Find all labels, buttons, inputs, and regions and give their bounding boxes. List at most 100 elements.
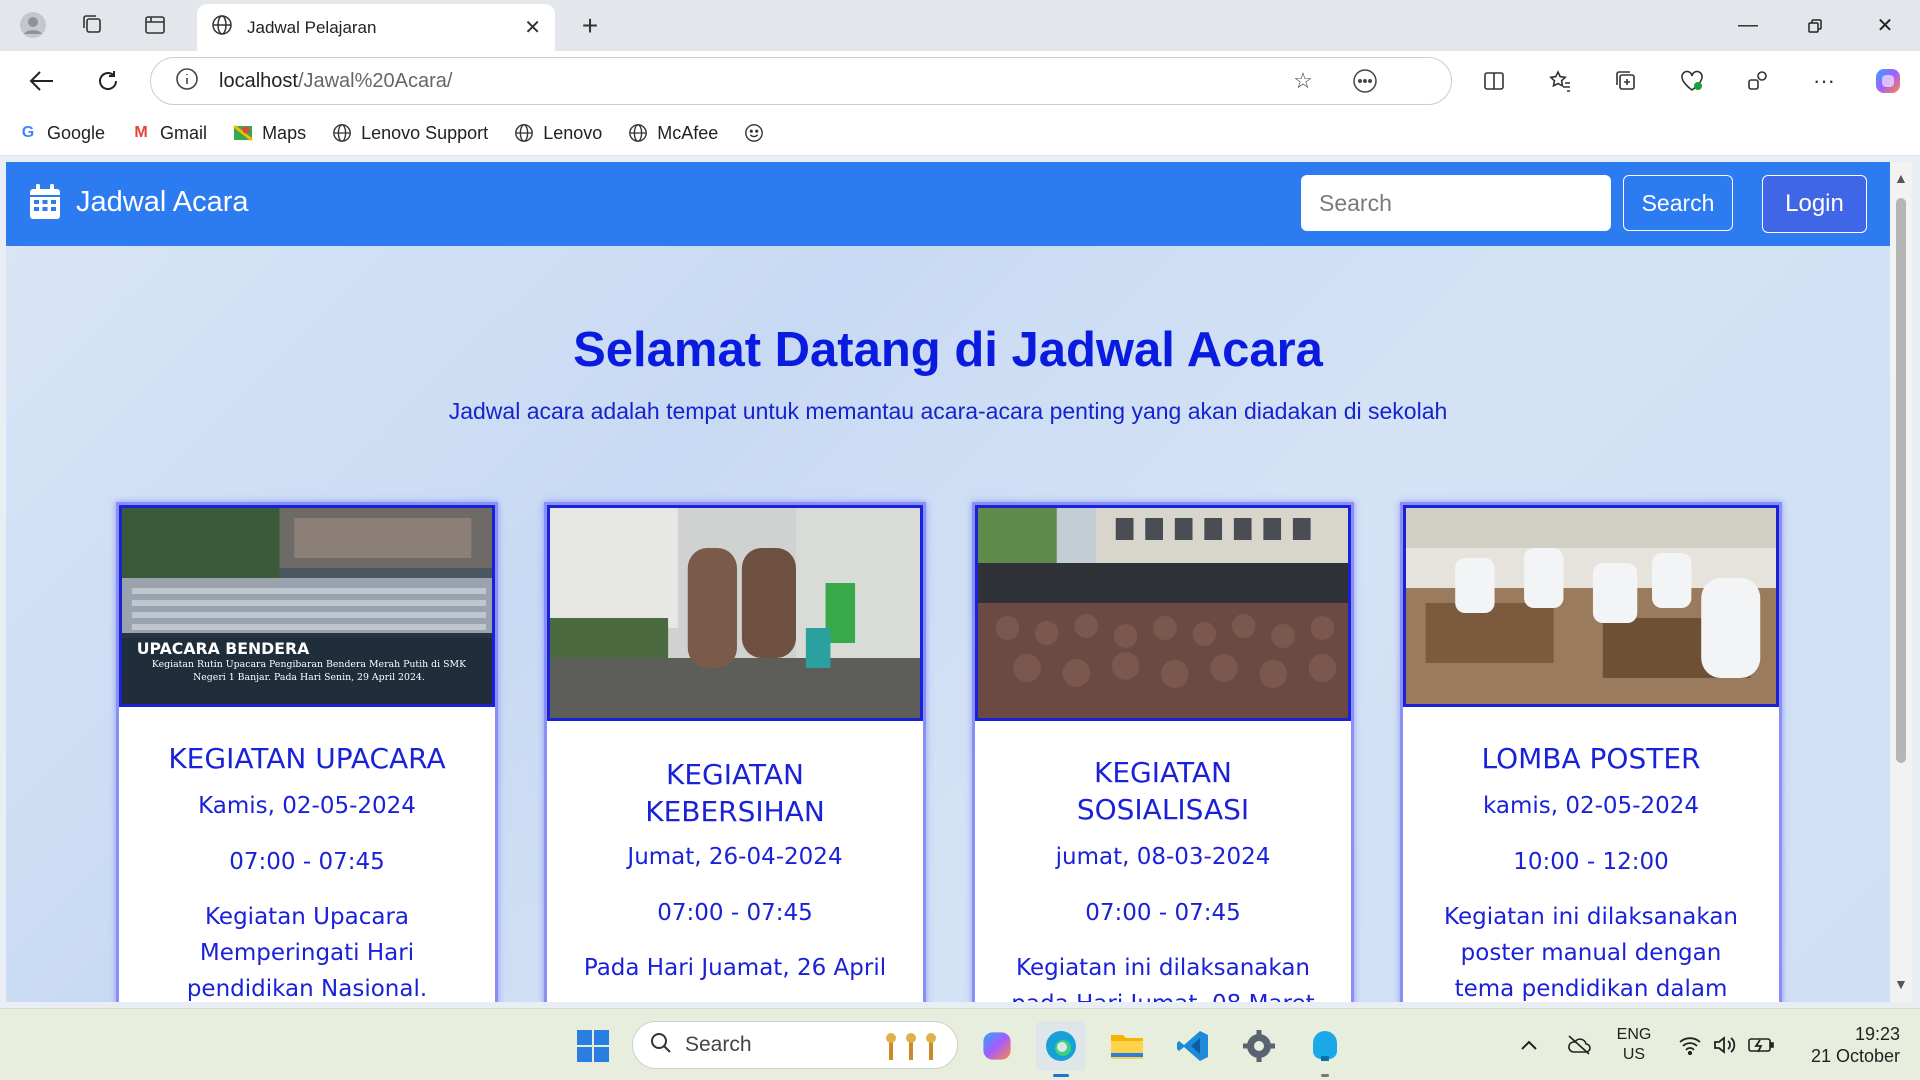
event-time: 10:00 - 12:00 xyxy=(1513,849,1669,875)
event-image-kebersihan xyxy=(547,505,923,721)
settings-more-icon[interactable]: ··· xyxy=(1802,61,1846,101)
site-info-icon[interactable] xyxy=(175,67,199,96)
language-indicator[interactable]: ENG US xyxy=(1606,1009,1662,1080)
new-tab-icon[interactable]: + xyxy=(570,8,610,44)
gmail-icon: M xyxy=(134,124,148,141)
bookmarks-bar: G Google M Gmail Maps Lenovo Support Len… xyxy=(0,111,1920,156)
globe-icon xyxy=(514,123,534,143)
search-highlight-icon xyxy=(883,1028,943,1069)
collections-icon[interactable] xyxy=(1604,61,1648,101)
edge-taskbar-icon[interactable] xyxy=(1036,1021,1086,1077)
url-path: /Jawal%20Acara/ xyxy=(297,69,453,92)
show-hidden-icons-chevron-icon[interactable] xyxy=(1512,1009,1546,1080)
browser-essentials-icon[interactable] xyxy=(1670,61,1714,101)
scrollbar-thumb[interactable] xyxy=(1896,198,1906,763)
image-caption-text: Kegiatan Rutin Upacara Pengibaran Bender… xyxy=(151,659,467,683)
bookmark-mcafee[interactable]: McAfee xyxy=(628,123,718,144)
browser-tab-bar: Jadwal Pelajaran ✕ + — ✕ xyxy=(0,0,1920,51)
app-icon-blue[interactable] xyxy=(1300,1021,1350,1077)
taskbar-search[interactable]: Search xyxy=(632,1021,958,1069)
event-title: KEGIATAN UPACARA xyxy=(168,742,446,775)
scroll-up-icon[interactable]: ▲ xyxy=(1894,170,1908,186)
login-button[interactable]: Login xyxy=(1762,175,1867,233)
volume-icon[interactable] xyxy=(1710,1009,1738,1080)
bookmark-lenovo[interactable]: Lenovo xyxy=(514,123,602,144)
more-options-circle-icon[interactable] xyxy=(1343,58,1387,104)
restore-icon[interactable] xyxy=(1782,0,1848,51)
event-date: Jumat, 26-04-2024 xyxy=(627,844,843,870)
search-button[interactable]: Search xyxy=(1623,175,1733,231)
clock-time: 19:23 xyxy=(1854,1024,1900,1044)
taskbar-search-label: Search xyxy=(685,1033,752,1056)
split-screen-icon[interactable] xyxy=(1472,61,1516,101)
url-host: localhost xyxy=(219,69,298,92)
event-time: 07:00 - 07:45 xyxy=(229,849,385,875)
site-brand[interactable]: Jadwal Acara xyxy=(28,183,249,221)
search-input[interactable] xyxy=(1301,175,1611,231)
favorites-icon[interactable] xyxy=(1538,61,1582,101)
event-title: KEGIATAN KEBERSIHAN xyxy=(645,758,825,828)
battery-charging-icon[interactable] xyxy=(1746,1009,1776,1080)
windows-start-icon[interactable] xyxy=(568,1021,618,1071)
bookmark-maps[interactable]: Maps xyxy=(233,123,306,144)
wifi-icon[interactable] xyxy=(1676,1009,1704,1080)
event-description: Kegiatan Upacara Memperingati Hari pendi… xyxy=(186,904,428,1002)
bookmark-label: Google xyxy=(47,122,106,143)
close-tab-icon[interactable]: ✕ xyxy=(524,15,541,40)
cloud-offline-icon[interactable] xyxy=(1562,1009,1596,1080)
copilot-taskbar-icon[interactable] xyxy=(972,1021,1022,1071)
url-text[interactable]: localhost/Jawal%20Acara/ xyxy=(219,70,452,93)
globe-icon xyxy=(332,123,352,143)
bookmark-gmail[interactable]: M Gmail xyxy=(131,123,207,144)
extensions-icon[interactable] xyxy=(1736,61,1780,101)
clock-date: 21 October xyxy=(1810,1046,1900,1066)
calendar-icon xyxy=(30,184,60,219)
google-icon: G xyxy=(21,124,35,141)
page-title: Selamat Datang di Jadwal Acara xyxy=(573,323,1323,377)
event-card[interactable]: LOMBA POSTER kamis, 02-05-2024 10:00 - 1… xyxy=(1400,502,1782,1002)
region-code: US xyxy=(1622,1046,1646,1063)
maps-icon xyxy=(233,123,253,143)
event-description: Kegiatan ini dilaksanakan poster manual … xyxy=(1444,904,1738,1002)
vscode-icon[interactable] xyxy=(1168,1021,1218,1071)
site-navbar: Jadwal Acara Search Login xyxy=(6,162,1890,246)
settings-gear-icon[interactable] xyxy=(1234,1021,1284,1071)
page-scrollbar[interactable]: ▲ ▼ xyxy=(1890,162,1912,1002)
system-clock[interactable]: 19:23 21 October xyxy=(1790,1023,1900,1067)
brand-text: Jadwal Acara xyxy=(76,185,249,218)
minimize-icon[interactable]: — xyxy=(1715,0,1781,51)
close-window-icon[interactable]: ✕ xyxy=(1852,0,1918,51)
event-time: 07:00 - 07:45 xyxy=(657,900,813,926)
globe-icon xyxy=(211,14,233,41)
search-icon xyxy=(649,1031,673,1060)
event-image-sosialisasi xyxy=(975,505,1351,721)
globe-icon xyxy=(628,123,648,143)
event-card[interactable]: KEGIATAN KEBERSIHAN Jumat, 26-04-2024 07… xyxy=(544,502,926,1002)
profile-icon[interactable] xyxy=(10,5,56,45)
event-date: jumat, 08-03-2024 xyxy=(1055,844,1271,870)
event-title: LOMBA POSTER xyxy=(1481,742,1701,775)
bookmark-label: Maps xyxy=(262,122,307,143)
event-image-upacara: UPACARA BENDERA Kegiatan Rutin Upacara P… xyxy=(119,505,495,707)
file-explorer-icon[interactable] xyxy=(1102,1021,1152,1071)
taskbar: Search ENG US 19:23 21 October xyxy=(0,1008,1920,1080)
bookmark-lenovo-support[interactable]: Lenovo Support xyxy=(332,123,488,144)
browser-toolbar: localhost/Jawal%20Acara/ ☆ ··· xyxy=(0,51,1920,111)
active-tab[interactable]: Jadwal Pelajaran ✕ xyxy=(197,4,555,51)
event-card[interactable]: UPACARA BENDERA Kegiatan Rutin Upacara P… xyxy=(116,502,498,1002)
copilot-icon[interactable] xyxy=(1866,61,1910,101)
tab-actions-icon[interactable] xyxy=(132,5,178,45)
refresh-icon[interactable] xyxy=(88,61,128,101)
event-title: KEGIATAN SOSIALISASI xyxy=(1076,756,1250,826)
scroll-down-icon[interactable]: ▼ xyxy=(1894,976,1908,992)
bookmark-google[interactable]: G Google xyxy=(18,123,105,144)
address-bar[interactable]: localhost/Jawal%20Acara/ ☆ xyxy=(150,57,1452,105)
event-card[interactable]: KEGIATAN SOSIALISASI jumat, 08-03-2024 0… xyxy=(972,502,1354,1002)
page-viewport: Jadwal Acara Search Login Selamat Datang… xyxy=(6,162,1890,1002)
event-description: Kegiatan ini dilaksanakan pada Hari Juma… xyxy=(1011,955,1314,1002)
bookmark-label: Lenovo Support xyxy=(361,122,489,143)
workspaces-icon[interactable] xyxy=(70,5,116,45)
back-arrow-icon[interactable] xyxy=(22,61,62,101)
bookmark-smiley[interactable] xyxy=(744,123,773,143)
favorite-star-icon[interactable]: ☆ xyxy=(1281,58,1325,104)
